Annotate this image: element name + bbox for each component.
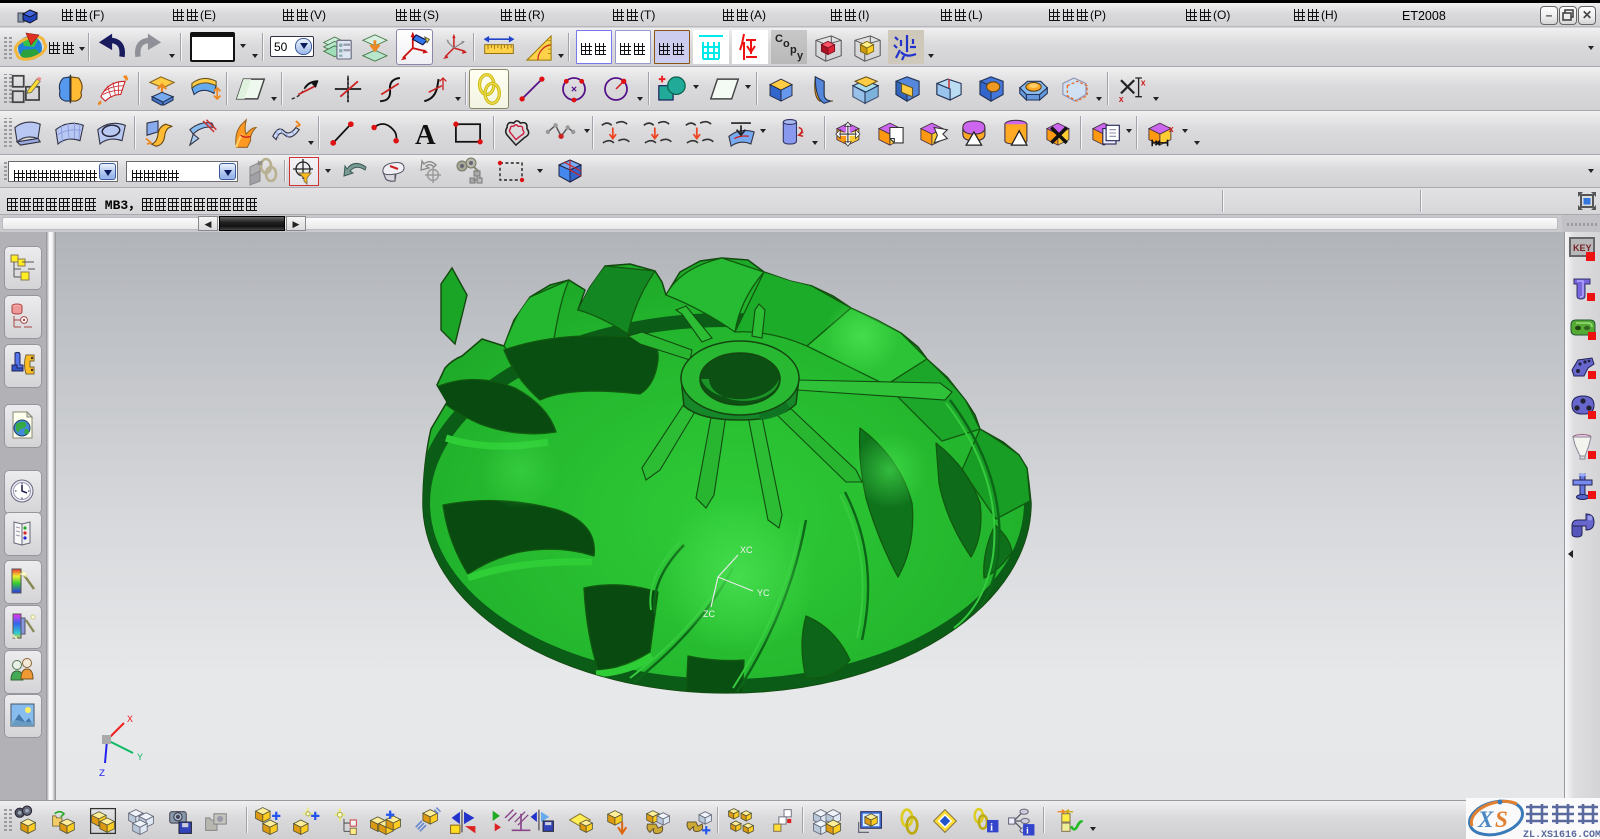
svg-text:p: p — [790, 44, 797, 56]
svg-text:i: i — [1026, 826, 1029, 836]
svg-text:S: S — [1495, 807, 1508, 832]
svg-text:o: o — [783, 38, 790, 50]
svg-text:X: X — [1477, 807, 1494, 832]
svg-text:KEY: KEY — [1573, 243, 1592, 253]
svg-text:Z: Z — [99, 769, 105, 780]
svg-text:C: C — [775, 33, 783, 45]
svg-text:XC: XC — [740, 545, 753, 555]
svg-text:y: y — [797, 50, 804, 62]
svg-text:YC: YC — [757, 588, 770, 598]
svg-text:ZC: ZC — [703, 609, 715, 619]
svg-text:A: A — [415, 120, 436, 150]
svg-text:x: x — [1169, 124, 1174, 134]
svg-text:X: X — [127, 715, 133, 726]
svg-text:x: x — [1119, 94, 1124, 104]
svg-text:i: i — [990, 822, 993, 833]
svg-text:Y: Y — [137, 753, 143, 764]
svg-text:ZL.XS1616.COM: ZL.XS1616.COM — [1523, 830, 1600, 839]
svg-text:x: x — [1141, 78, 1146, 88]
